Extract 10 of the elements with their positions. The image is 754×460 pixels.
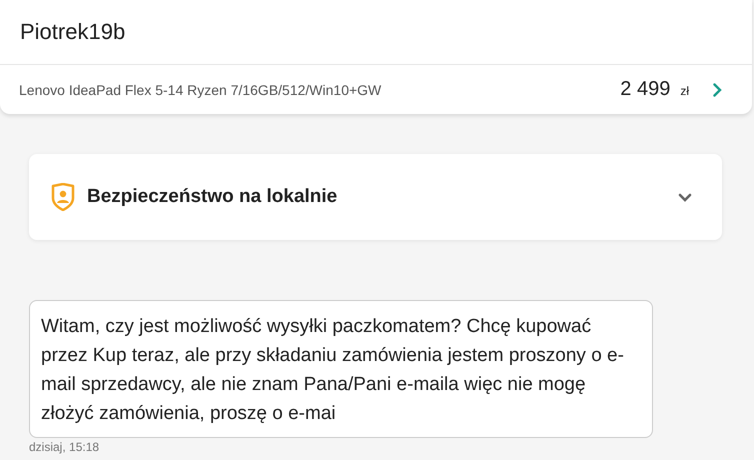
currency-label: zł bbox=[680, 84, 689, 98]
chevron-right-icon[interactable] bbox=[713, 82, 722, 96]
safety-panel[interactable]: Bezpieczeństwo na lokalnie bbox=[29, 154, 722, 240]
shield-user-icon bbox=[51, 183, 75, 211]
offer-title[interactable]: Lenovo IdeaPad Flex 5-14 Ryzen 7/16GB/512/Win10+GW bbox=[19, 82, 614, 98]
seller-name: Piotrek19b bbox=[20, 19, 126, 45]
message-bubble: Witam, czy jest możliwość wysyłki paczkomatem? Chcę kupować przez Kup teraz, ale przy składaniu zamówienia jestem proszony o e-mail sprzedawcy, ale nie znam Pana/Pani e-maila więc nie mogę złożyć zamówienia, proszę o e-mai bbox=[29, 300, 653, 438]
offer-price: 2 499 bbox=[620, 78, 670, 101]
message-time: dzisiaj, 15:18 bbox=[29, 440, 100, 454]
chevron-down-icon[interactable] bbox=[678, 192, 692, 202]
